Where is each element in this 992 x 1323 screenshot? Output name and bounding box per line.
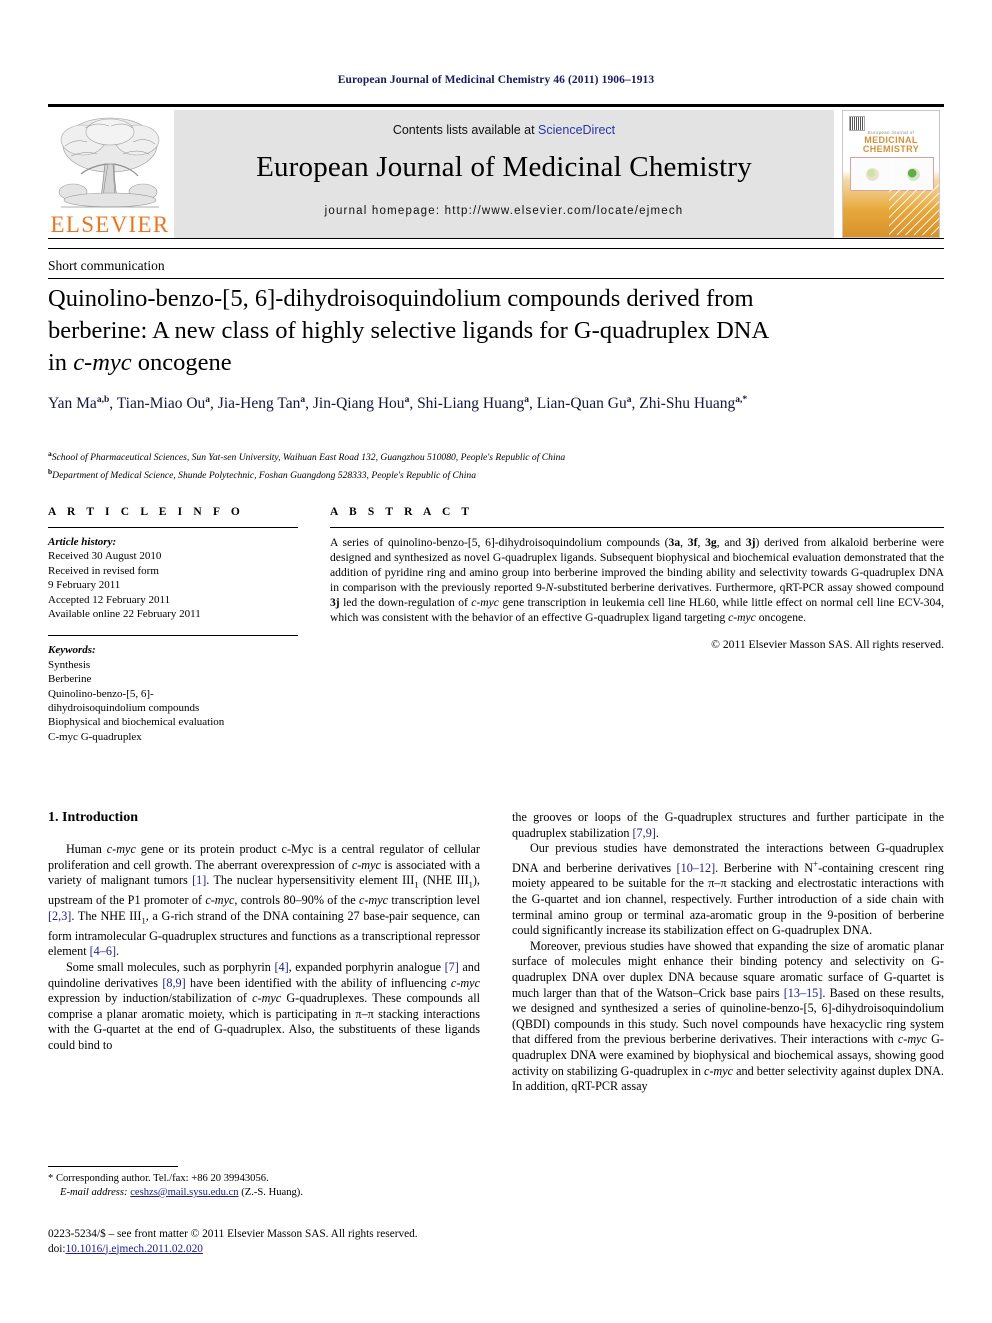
history-item: Available online 22 February 2011	[48, 608, 201, 621]
keyword-item: Biophysical and biochemical evaluation	[48, 716, 225, 729]
elsevier-wordmark: ELSEVIER	[50, 212, 170, 237]
author-affiliation-marker: a,*	[735, 395, 748, 405]
keyword-item: Berberine	[48, 673, 92, 686]
email-link[interactable]: ceshzs@mail.sysu.edu.cn	[130, 1187, 238, 1198]
author-name: Zhi-Shu Huanga,*	[639, 395, 748, 413]
page-title: Quinolino-benzo-[5, 6]-dihydroisoquindol…	[48, 283, 928, 379]
affiliation-item: bDepartment of Medical Science, Shunde P…	[48, 467, 476, 482]
corresponding-author-footnote: * Corresponding author. Tel./fax: +86 20…	[48, 1172, 488, 1200]
body-right-column: the grooves or loops of the G-quadruplex…	[512, 810, 944, 1095]
title-line-1: Quinolino-benzo-[5, 6]-dihydroisoquindol…	[48, 285, 754, 312]
copyright-line: © 2011 Elsevier Masson SAS. All rights r…	[711, 638, 944, 652]
history-item: Accepted 12 February 2011	[48, 593, 171, 606]
abstract-column: A B S T R A C T A series of quinolino-be…	[322, 497, 944, 744]
history-item: 9 February 2011	[48, 579, 121, 592]
keyword-item: C-myc G-quadruplex	[48, 730, 142, 743]
running-head: European Journal of Medicinal Chemistry …	[337, 74, 655, 86]
keyword-item: dihydroisoquindolium compounds	[48, 702, 200, 715]
author-name: Yan Maa,b	[48, 395, 110, 413]
abstract-rule	[330, 527, 944, 528]
author-affiliation-marker: a	[626, 395, 632, 405]
elsevier-logo: ELSEVIER	[48, 110, 172, 238]
keywords-heading: Keywords:	[48, 644, 96, 657]
affiliation-item: aSchool of Pharmaceutical Sciences, Sun …	[48, 449, 566, 464]
history-item: Received in revised form	[48, 564, 159, 577]
article-info-abstract-block: A R T I C L E I N F O Article history: R…	[48, 497, 944, 744]
title-line-3-pre: in	[48, 349, 74, 376]
email-address-label: E-mail address:	[60, 1187, 128, 1198]
front-matter-line: 0223-5234/$ – see front matter © 2011 El…	[48, 1228, 418, 1240]
email-owner: (Z.-S. Huang).	[241, 1187, 303, 1198]
abstract-text: A series of quinolino-benzo-[5, 6]-dihyd…	[330, 536, 944, 624]
section-heading-introduction: 1. Introduction	[48, 810, 138, 825]
author-name: Jia-Heng Tana	[217, 395, 306, 413]
barcode-icon	[849, 116, 865, 131]
author-list: Yan Maa,b, Tian-Miao Oua, Jia-Heng Tana,…	[48, 395, 748, 413]
author-affiliation-marker: a	[300, 395, 306, 405]
journal-homepage-link[interactable]: journal homepage: http://www.elsevier.co…	[174, 205, 834, 217]
author-affiliation-marker: a	[404, 395, 410, 405]
affiliation-list: aSchool of Pharmaceutical Sciences, Sun …	[48, 447, 938, 483]
author-affiliation-marker: a,b	[96, 395, 110, 405]
keywords-list: Keywords: Synthesis Berberine Quinolino-…	[48, 643, 298, 744]
title-line-3-italic: c-myc	[73, 349, 132, 376]
issn-copyright-line: 0223-5234/$ – see front matter © 2011 El…	[48, 1227, 508, 1256]
article-history: Article history: Received 30 August 2010…	[48, 535, 298, 621]
history-item: Received 30 August 2010	[48, 550, 162, 563]
cover-title-line2: CHEMISTRY	[862, 144, 920, 154]
body-two-column: 1. Introduction Human c-myc gene or its …	[48, 810, 944, 1095]
keywords-rule	[48, 635, 298, 637]
author-name: Shi-Liang Huanga	[417, 395, 530, 413]
abstract-heading: A B S T R A C T	[330, 506, 474, 518]
cover-figure-left	[852, 159, 891, 189]
article-info-heading: A R T I C L E I N F O	[48, 506, 244, 518]
masthead-bottom-rule	[48, 238, 944, 239]
corresponding-author-line: * Corresponding author. Tel./fax: +86 20…	[48, 1173, 269, 1184]
journal-cover-thumbnail: European Journal of MEDICINAL CHEMISTRY	[842, 110, 944, 238]
masthead-center-band: Contents lists available at ScienceDirec…	[174, 110, 834, 238]
article-type-top-rule	[48, 248, 944, 249]
article-info-column: A R T I C L E I N F O Article history: R…	[48, 497, 322, 744]
doi-link[interactable]: 10.1016/j.ejmech.2011.02.020	[66, 1243, 203, 1255]
article-info-rule	[48, 527, 298, 528]
article-type-label: Short communication	[48, 258, 165, 273]
paragraph: Human c-myc gene or its protein product …	[48, 842, 480, 959]
paragraph: Our previous studies have demonstrated t…	[512, 841, 944, 938]
title-line-3-post: oncogene	[131, 349, 232, 376]
elsevier-tree-icon	[58, 117, 160, 208]
cover-diagonal-pattern	[889, 183, 939, 235]
paper-page: European Journal of Medicinal Chemistry …	[0, 0, 992, 1323]
affiliation-marker: b	[48, 467, 53, 477]
doi-prefix: doi:	[48, 1242, 66, 1255]
keyword-item: Quinolino-benzo-[5, 6]-	[48, 687, 154, 700]
author-name: Tian-Miao Oua	[116, 395, 211, 413]
paragraph: Some small molecules, such as porphyrin …	[48, 960, 480, 1052]
title-line-2: berberine: A new class of highly selecti…	[48, 317, 770, 344]
journal-title: European Journal of Medicinal Chemistry	[256, 151, 752, 183]
author-affiliation-marker: a	[205, 395, 211, 405]
paragraph: Moreover, previous studies have showed t…	[512, 938, 944, 1094]
article-type-bottom-rule	[48, 278, 944, 279]
body-left-column: 1. Introduction Human c-myc gene or its …	[48, 810, 480, 1095]
keyword-item: Synthesis	[48, 658, 91, 671]
contents-available-line: Contents lists available at ScienceDirec…	[174, 110, 834, 137]
sciencedirect-link[interactable]: ScienceDirect	[538, 123, 615, 137]
journal-masthead: ELSEVIER Contents lists available at Sci…	[48, 104, 944, 238]
footnote-rule	[48, 1166, 178, 1167]
author-affiliation-marker: a	[524, 395, 530, 405]
contents-prefix: Contents lists available at	[392, 123, 539, 137]
author-name: Lian-Quan Gua	[536, 395, 632, 413]
author-name: Jin-Qiang Houa	[312, 395, 410, 413]
paragraph: the grooves or loops of the G-quadruplex…	[512, 810, 944, 840]
article-history-heading: Article history:	[48, 536, 117, 548]
affiliation-marker: a	[48, 449, 52, 458]
